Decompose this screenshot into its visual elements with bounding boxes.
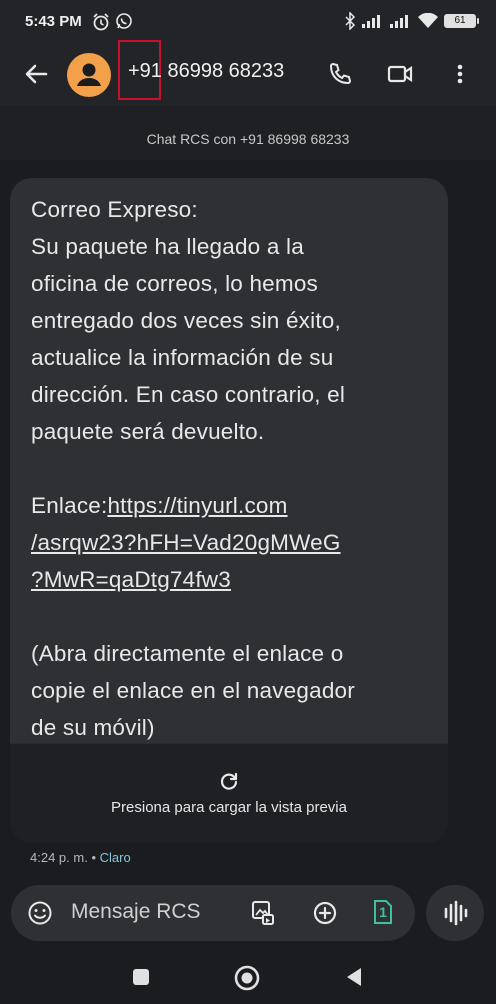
refresh-icon (220, 772, 238, 790)
message-bubble[interactable]: Correo Expreso: Su paquete ha llegado a … (10, 178, 448, 843)
message-line: (Abra directamente el enlace o (31, 641, 344, 666)
message-line: paquete será devuelto. (31, 419, 265, 444)
message-line: entregado dos veces sin éxito, (31, 308, 341, 333)
phone-icon[interactable] (326, 60, 354, 88)
status-time: 5:43 PM (25, 13, 82, 30)
preview-load-text: Presiona para cargar la vista previa (111, 799, 347, 816)
link-label: Enlace: (31, 493, 108, 518)
avatar[interactable] (67, 53, 111, 97)
message-line: Correo Expreso: (31, 197, 198, 222)
signal-icon (390, 15, 408, 28)
status-bar: 5:43 PM 61 (0, 0, 496, 44)
person-icon (77, 63, 101, 86)
home-icon[interactable] (233, 964, 261, 992)
status-system-icons: 61 (344, 12, 479, 30)
back-nav-icon[interactable] (343, 966, 365, 988)
video-icon[interactable] (386, 60, 414, 88)
message-line: copie el enlace en el navegador (31, 678, 355, 703)
waveform-icon (444, 900, 468, 926)
message-text: Correo Expreso: Su paquete ha llegado a … (31, 191, 431, 746)
message-line: de su móvil) (31, 715, 155, 740)
message-link[interactable]: https://tinyurl.com (107, 493, 287, 518)
link-preview-loader[interactable]: Presiona para cargar la vista previa (10, 743, 448, 843)
status-notification-icons (91, 12, 133, 32)
battery-icon: 61 (444, 14, 479, 28)
recents-icon[interactable] (131, 967, 151, 987)
message-line: dirección. En caso contrario, el (31, 382, 346, 407)
more-vert-icon[interactable] (446, 60, 474, 88)
message-link[interactable]: /asrqw23?hFH=Vad20gMWeG (31, 530, 341, 555)
alarm-icon (93, 13, 109, 31)
meta-separator: • (91, 850, 96, 865)
message-line: Su paquete ha llegado a la (31, 234, 304, 259)
add-circle-icon[interactable] (311, 899, 339, 927)
system-nav-bar (0, 952, 496, 1004)
wifi-icon (418, 13, 438, 28)
sim-selector-button[interactable]: 1 (372, 898, 394, 926)
conversation-header: +91 86998 68233 (0, 40, 496, 106)
whatsapp-icon (116, 13, 132, 29)
message-timestamp: 4:24 p. m. (30, 850, 88, 865)
arrow-left-icon[interactable] (22, 60, 50, 88)
emoji-icon[interactable] (26, 899, 54, 927)
contact-name[interactable]: +91 86998 68233 (128, 60, 284, 83)
carrier-label: Claro (99, 850, 131, 865)
message-line: actualice la información de su (31, 345, 334, 370)
message-composer[interactable]: Mensaje RCS 1 (11, 885, 415, 941)
voice-message-button[interactable] (426, 885, 484, 941)
gallery-icon[interactable] (248, 899, 276, 927)
rcs-banner-text: Chat RCS con +91 86998 68233 (146, 131, 350, 147)
message-input[interactable]: Mensaje RCS (71, 900, 201, 924)
message-line: oficina de correos, lo hemos (31, 271, 318, 296)
message-link[interactable]: ?MwR=qaDtg74fw3 (31, 567, 231, 592)
sim-number: 1 (379, 904, 387, 920)
bluetooth-icon (345, 12, 356, 30)
signal-icon (362, 15, 380, 28)
message-meta: 4:24 p. m. • Claro (30, 850, 131, 865)
